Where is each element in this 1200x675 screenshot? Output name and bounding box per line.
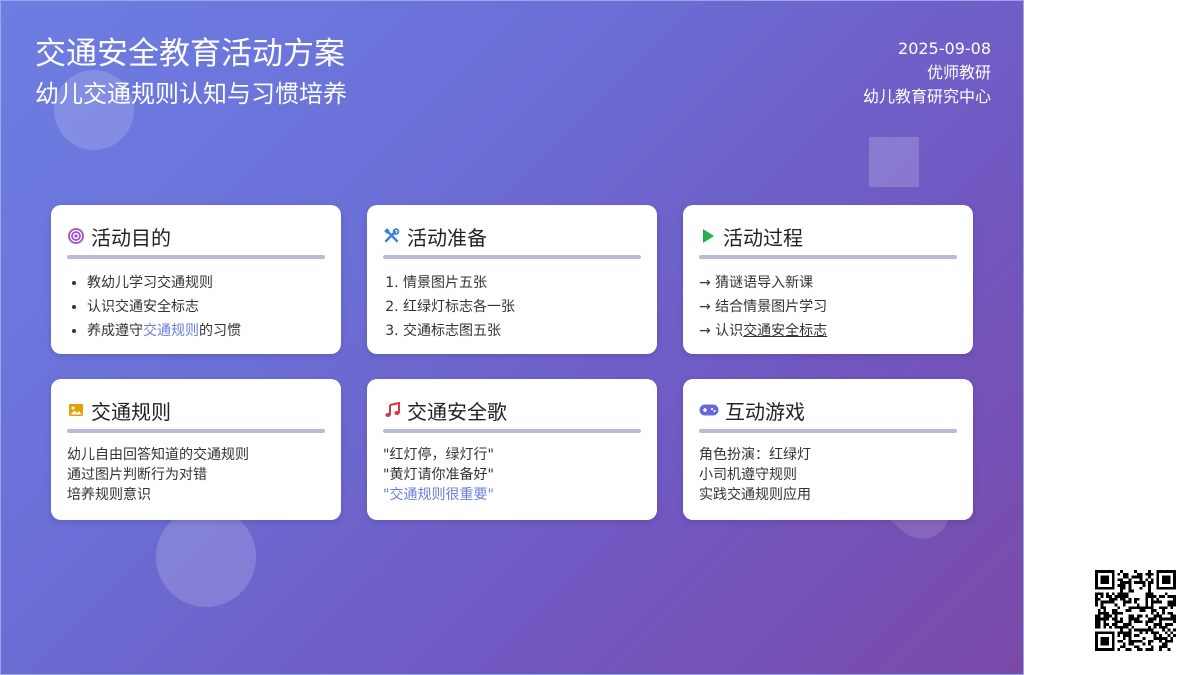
- music-icon: [383, 401, 401, 419]
- lyric-line-highlight: "交通规则很重要": [383, 487, 494, 503]
- underlined-text: 交通安全标志: [743, 323, 828, 339]
- list-item: 交通标志图五张: [403, 319, 641, 343]
- card-title: 活动过程: [723, 225, 803, 250]
- card-header: 活动过程: [699, 223, 957, 250]
- card-title: 交通安全歌: [407, 399, 507, 424]
- target-icon: [67, 227, 85, 245]
- list-item: → 结合情景图片学习: [699, 299, 828, 315]
- card-header: 交通规则: [67, 397, 325, 424]
- list-item: 幼儿自由回答知道的交通规则: [67, 447, 249, 463]
- list-item: 红绿灯标志各一张: [403, 295, 641, 319]
- text-part: 养成遵守: [87, 323, 143, 339]
- card-header: 活动目的: [67, 223, 325, 250]
- list-item: 认识交通安全标志: [87, 295, 325, 319]
- list-item: → 认识交通安全标志: [699, 319, 957, 343]
- lyric-line: "黄灯请你准备好": [383, 467, 494, 483]
- list-item: 通过图片判断行为对错: [67, 467, 207, 483]
- card-divider: [383, 255, 641, 259]
- list-item: 角色扮演：红绿灯: [699, 447, 811, 463]
- card-goal: 活动目的 教幼儿学习交通规则 认识交通安全标志 养成遵守交通规则的习惯: [51, 205, 341, 354]
- card-divider: [67, 429, 325, 433]
- prep-list: 情景图片五张 红绿灯标志各一张 交通标志图五张: [383, 271, 641, 343]
- process-list: → 猜谜语导入新课 → 结合情景图片学习 → 认识交通安全标志: [699, 271, 957, 343]
- card-rules: 交通规则 幼儿自由回答知道的交通规则 通过图片判断行为对错 培养规则意识: [51, 379, 341, 520]
- play-icon: [699, 227, 717, 245]
- image-icon: [67, 401, 85, 419]
- lyric-line: "红灯停，绿灯行": [383, 447, 494, 463]
- list-item: 培养规则意识: [67, 487, 151, 503]
- card-header: 互动游戏: [699, 397, 957, 424]
- card-title: 活动准备: [407, 225, 487, 250]
- song-lyrics: "红灯停，绿灯行" "黄灯请你准备好" "交通规则很重要": [383, 445, 641, 505]
- card-divider: [383, 429, 641, 433]
- card-divider: [67, 255, 325, 259]
- card-title: 互动游戏: [725, 399, 805, 424]
- page-subtitle: 幼儿交通规则认知与习惯培养: [35, 80, 347, 108]
- list-item: 实践交通规则应用: [699, 487, 811, 503]
- gamepad-icon: [699, 401, 719, 419]
- card-process: 活动过程 → 猜谜语导入新课 → 结合情景图片学习 → 认识交通安全标志: [683, 205, 973, 354]
- org-label: 幼儿教育研究中心: [862, 87, 991, 106]
- list-item: 养成遵守交通规则的习惯: [87, 319, 325, 343]
- card-title: 活动目的: [91, 225, 171, 250]
- page-title: 交通安全教育活动方案: [35, 36, 345, 72]
- card-song: 交通安全歌 "红灯停，绿灯行" "黄灯请你准备好" "交通规则很重要": [367, 379, 657, 520]
- date-label: 2025-09-08: [898, 39, 991, 58]
- tools-icon: [383, 227, 401, 245]
- list-item: 小司机遵守规则: [699, 467, 797, 483]
- text-part: → 认识: [699, 323, 744, 339]
- card-prep: 活动准备 情景图片五张 红绿灯标志各一张 交通标志图五张: [367, 205, 657, 354]
- card-divider: [699, 429, 957, 433]
- slide: 交通安全教育活动方案 幼儿交通规则认知与习惯培养 2025-09-08 优师教研…: [0, 0, 1024, 675]
- meta-info: 2025-09-08 优师教研 幼儿教育研究中心: [863, 37, 991, 109]
- decor-square: [869, 137, 919, 187]
- card-divider: [699, 255, 957, 259]
- goal-list: 教幼儿学习交通规则 认识交通安全标志 养成遵守交通规则的习惯: [67, 271, 325, 343]
- decor-circle: [156, 507, 256, 607]
- card-header: 交通安全歌: [383, 397, 641, 424]
- rules-list: 幼儿自由回答知道的交通规则 通过图片判断行为对错 培养规则意识: [67, 445, 325, 505]
- highlight-text: 交通规则: [143, 323, 199, 339]
- author-label: 优师教研: [926, 63, 991, 82]
- qr-code: [1095, 570, 1176, 651]
- game-list: 角色扮演：红绿灯 小司机遵守规则 实践交通规则应用: [699, 445, 957, 505]
- list-item: → 猜谜语导入新课: [699, 275, 814, 291]
- card-header: 活动准备: [383, 223, 641, 250]
- list-item: 情景图片五张: [403, 271, 641, 295]
- text-part: 的习惯: [199, 323, 241, 339]
- list-item: 教幼儿学习交通规则: [87, 271, 325, 295]
- card-title: 交通规则: [91, 399, 171, 424]
- card-game: 互动游戏 角色扮演：红绿灯 小司机遵守规则 实践交通规则应用: [683, 379, 973, 520]
